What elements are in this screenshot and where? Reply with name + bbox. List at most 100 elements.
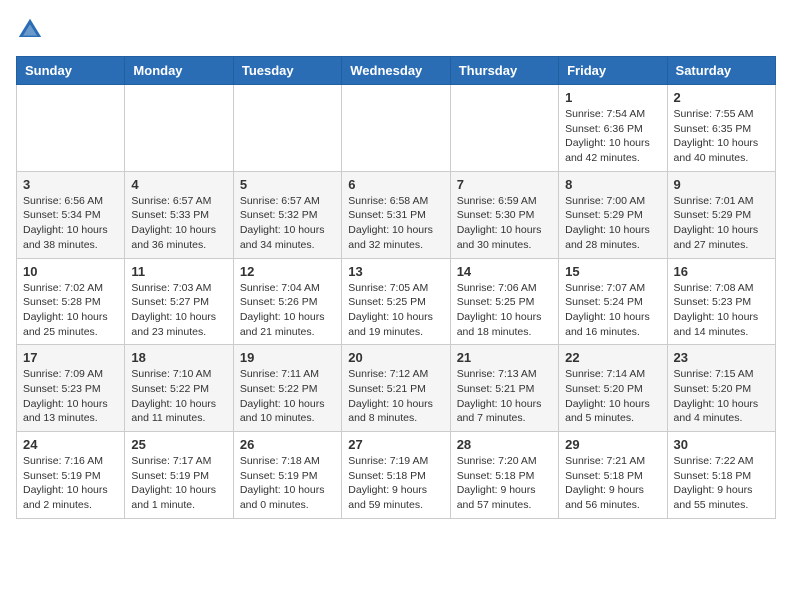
day-info: Sunrise: 7:06 AM Sunset: 5:25 PM Dayligh…: [457, 281, 552, 340]
calendar-week-row: 3 Sunrise: 6:56 AM Sunset: 5:34 PM Daylig…: [17, 171, 776, 258]
weekday-header: Thursday: [450, 57, 558, 85]
day-info: Sunrise: 7:19 AM Sunset: 5:18 PM Dayligh…: [348, 454, 443, 513]
day-info: Sunrise: 7:55 AM Sunset: 6:35 PM Dayligh…: [674, 107, 769, 166]
calendar-cell: 24 Sunrise: 7:16 AM Sunset: 5:19 PM Dayli…: [17, 432, 125, 519]
logo-icon: [16, 16, 44, 44]
day-number: 26: [240, 437, 335, 452]
day-info: Sunrise: 7:16 AM Sunset: 5:19 PM Dayligh…: [23, 454, 118, 513]
weekday-header: Sunday: [17, 57, 125, 85]
calendar-cell: 5 Sunrise: 6:57 AM Sunset: 5:32 PM Daylig…: [233, 171, 341, 258]
day-number: 28: [457, 437, 552, 452]
calendar-week-row: 1 Sunrise: 7:54 AM Sunset: 6:36 PM Daylig…: [17, 85, 776, 172]
calendar-cell: 28Sunrise: 7:20 AM Sunset: 5:18 PM Dayli…: [450, 432, 558, 519]
day-number: 1: [565, 90, 660, 105]
logo: [16, 16, 48, 44]
day-info: Sunrise: 7:12 AM Sunset: 5:21 PM Dayligh…: [348, 367, 443, 426]
calendar-cell: [342, 85, 450, 172]
day-number: 2: [674, 90, 769, 105]
calendar-cell: 17 Sunrise: 7:09 AM Sunset: 5:23 PM Dayli…: [17, 345, 125, 432]
calendar-cell: 22Sunrise: 7:14 AM Sunset: 5:20 PM Dayli…: [559, 345, 667, 432]
calendar-week-row: 17 Sunrise: 7:09 AM Sunset: 5:23 PM Dayli…: [17, 345, 776, 432]
weekday-header: Saturday: [667, 57, 775, 85]
day-number: 25: [131, 437, 226, 452]
calendar-cell: 12 Sunrise: 7:04 AM Sunset: 5:26 PM Dayli…: [233, 258, 341, 345]
page-header: [16, 16, 776, 44]
weekday-header: Friday: [559, 57, 667, 85]
day-number: 13: [348, 264, 443, 279]
calendar-cell: 14 Sunrise: 7:06 AM Sunset: 5:25 PM Dayli…: [450, 258, 558, 345]
calendar-week-row: 24 Sunrise: 7:16 AM Sunset: 5:19 PM Dayli…: [17, 432, 776, 519]
day-number: 9: [674, 177, 769, 192]
day-info: Sunrise: 7:03 AM Sunset: 5:27 PM Dayligh…: [131, 281, 226, 340]
calendar-cell: 25 Sunrise: 7:17 AM Sunset: 5:19 PM Dayli…: [125, 432, 233, 519]
calendar-cell: 20 Sunrise: 7:12 AM Sunset: 5:21 PM Dayli…: [342, 345, 450, 432]
calendar-cell: 29Sunrise: 7:21 AM Sunset: 5:18 PM Dayli…: [559, 432, 667, 519]
day-info: Sunrise: 7:01 AM Sunset: 5:29 PM Dayligh…: [674, 194, 769, 253]
weekday-header: Tuesday: [233, 57, 341, 85]
calendar-cell: 15 Sunrise: 7:07 AM Sunset: 5:24 PM Dayli…: [559, 258, 667, 345]
day-number: 19: [240, 350, 335, 365]
calendar-cell: 27 Sunrise: 7:19 AM Sunset: 5:18 PM Dayli…: [342, 432, 450, 519]
day-number: 30: [674, 437, 769, 452]
calendar-cell: [450, 85, 558, 172]
day-info: Sunrise: 7:09 AM Sunset: 5:23 PM Dayligh…: [23, 367, 118, 426]
calendar-cell: 8 Sunrise: 7:00 AM Sunset: 5:29 PM Daylig…: [559, 171, 667, 258]
calendar-cell: 13 Sunrise: 7:05 AM Sunset: 5:25 PM Dayli…: [342, 258, 450, 345]
day-info: Sunrise: 6:57 AM Sunset: 5:33 PM Dayligh…: [131, 194, 226, 253]
day-number: 15: [565, 264, 660, 279]
day-info: Sunrise: 7:54 AM Sunset: 6:36 PM Dayligh…: [565, 107, 660, 166]
day-number: 18: [131, 350, 226, 365]
day-number: 27: [348, 437, 443, 452]
calendar-cell: 1 Sunrise: 7:54 AM Sunset: 6:36 PM Daylig…: [559, 85, 667, 172]
calendar-cell: 26 Sunrise: 7:18 AM Sunset: 5:19 PM Dayli…: [233, 432, 341, 519]
day-number: 17: [23, 350, 118, 365]
day-info: Sunrise: 7:02 AM Sunset: 5:28 PM Dayligh…: [23, 281, 118, 340]
day-info: Sunrise: 7:11 AM Sunset: 5:22 PM Dayligh…: [240, 367, 335, 426]
day-number: 14: [457, 264, 552, 279]
day-number: 5: [240, 177, 335, 192]
day-info: Sunrise: 7:00 AM Sunset: 5:29 PM Dayligh…: [565, 194, 660, 253]
calendar-cell: [233, 85, 341, 172]
day-info: Sunrise: 7:18 AM Sunset: 5:19 PM Dayligh…: [240, 454, 335, 513]
calendar-cell: 6Sunrise: 6:58 AM Sunset: 5:31 PM Daylig…: [342, 171, 450, 258]
calendar-cell: [17, 85, 125, 172]
day-number: 12: [240, 264, 335, 279]
day-info: Sunrise: 7:04 AM Sunset: 5:26 PM Dayligh…: [240, 281, 335, 340]
calendar-table: SundayMondayTuesdayWednesdayThursdayFrid…: [16, 56, 776, 519]
day-number: 20: [348, 350, 443, 365]
day-info: Sunrise: 7:15 AM Sunset: 5:20 PM Dayligh…: [674, 367, 769, 426]
calendar-week-row: 10 Sunrise: 7:02 AM Sunset: 5:28 PM Dayli…: [17, 258, 776, 345]
calendar-header-row: SundayMondayTuesdayWednesdayThursdayFrid…: [17, 57, 776, 85]
calendar-cell: 2 Sunrise: 7:55 AM Sunset: 6:35 PM Daylig…: [667, 85, 775, 172]
day-info: Sunrise: 7:22 AM Sunset: 5:18 PM Dayligh…: [674, 454, 769, 513]
day-info: Sunrise: 7:14 AM Sunset: 5:20 PM Dayligh…: [565, 367, 660, 426]
day-number: 3: [23, 177, 118, 192]
day-info: Sunrise: 6:57 AM Sunset: 5:32 PM Dayligh…: [240, 194, 335, 253]
day-number: 7: [457, 177, 552, 192]
day-number: 21: [457, 350, 552, 365]
calendar-cell: 4 Sunrise: 6:57 AM Sunset: 5:33 PM Daylig…: [125, 171, 233, 258]
day-info: Sunrise: 7:17 AM Sunset: 5:19 PM Dayligh…: [131, 454, 226, 513]
day-info: Sunrise: 7:07 AM Sunset: 5:24 PM Dayligh…: [565, 281, 660, 340]
calendar-cell: 16 Sunrise: 7:08 AM Sunset: 5:23 PM Dayli…: [667, 258, 775, 345]
day-info: Sunrise: 7:10 AM Sunset: 5:22 PM Dayligh…: [131, 367, 226, 426]
day-number: 4: [131, 177, 226, 192]
calendar-cell: 18 Sunrise: 7:10 AM Sunset: 5:22 PM Dayli…: [125, 345, 233, 432]
calendar-cell: 19 Sunrise: 7:11 AM Sunset: 5:22 PM Dayli…: [233, 345, 341, 432]
day-number: 8: [565, 177, 660, 192]
day-info: Sunrise: 7:05 AM Sunset: 5:25 PM Dayligh…: [348, 281, 443, 340]
day-info: Sunrise: 6:56 AM Sunset: 5:34 PM Dayligh…: [23, 194, 118, 253]
day-info: Sunrise: 7:13 AM Sunset: 5:21 PM Dayligh…: [457, 367, 552, 426]
calendar-cell: 30 Sunrise: 7:22 AM Sunset: 5:18 PM Dayli…: [667, 432, 775, 519]
weekday-header: Monday: [125, 57, 233, 85]
day-number: 10: [23, 264, 118, 279]
day-number: 24: [23, 437, 118, 452]
calendar-cell: 21 Sunrise: 7:13 AM Sunset: 5:21 PM Dayli…: [450, 345, 558, 432]
calendar-cell: 3 Sunrise: 6:56 AM Sunset: 5:34 PM Daylig…: [17, 171, 125, 258]
day-info: Sunrise: 6:59 AM Sunset: 5:30 PM Dayligh…: [457, 194, 552, 253]
calendar-cell: 9 Sunrise: 7:01 AM Sunset: 5:29 PM Daylig…: [667, 171, 775, 258]
calendar-cell: 11 Sunrise: 7:03 AM Sunset: 5:27 PM Dayli…: [125, 258, 233, 345]
day-info: Sunrise: 7:08 AM Sunset: 5:23 PM Dayligh…: [674, 281, 769, 340]
day-number: 16: [674, 264, 769, 279]
day-number: 11: [131, 264, 226, 279]
